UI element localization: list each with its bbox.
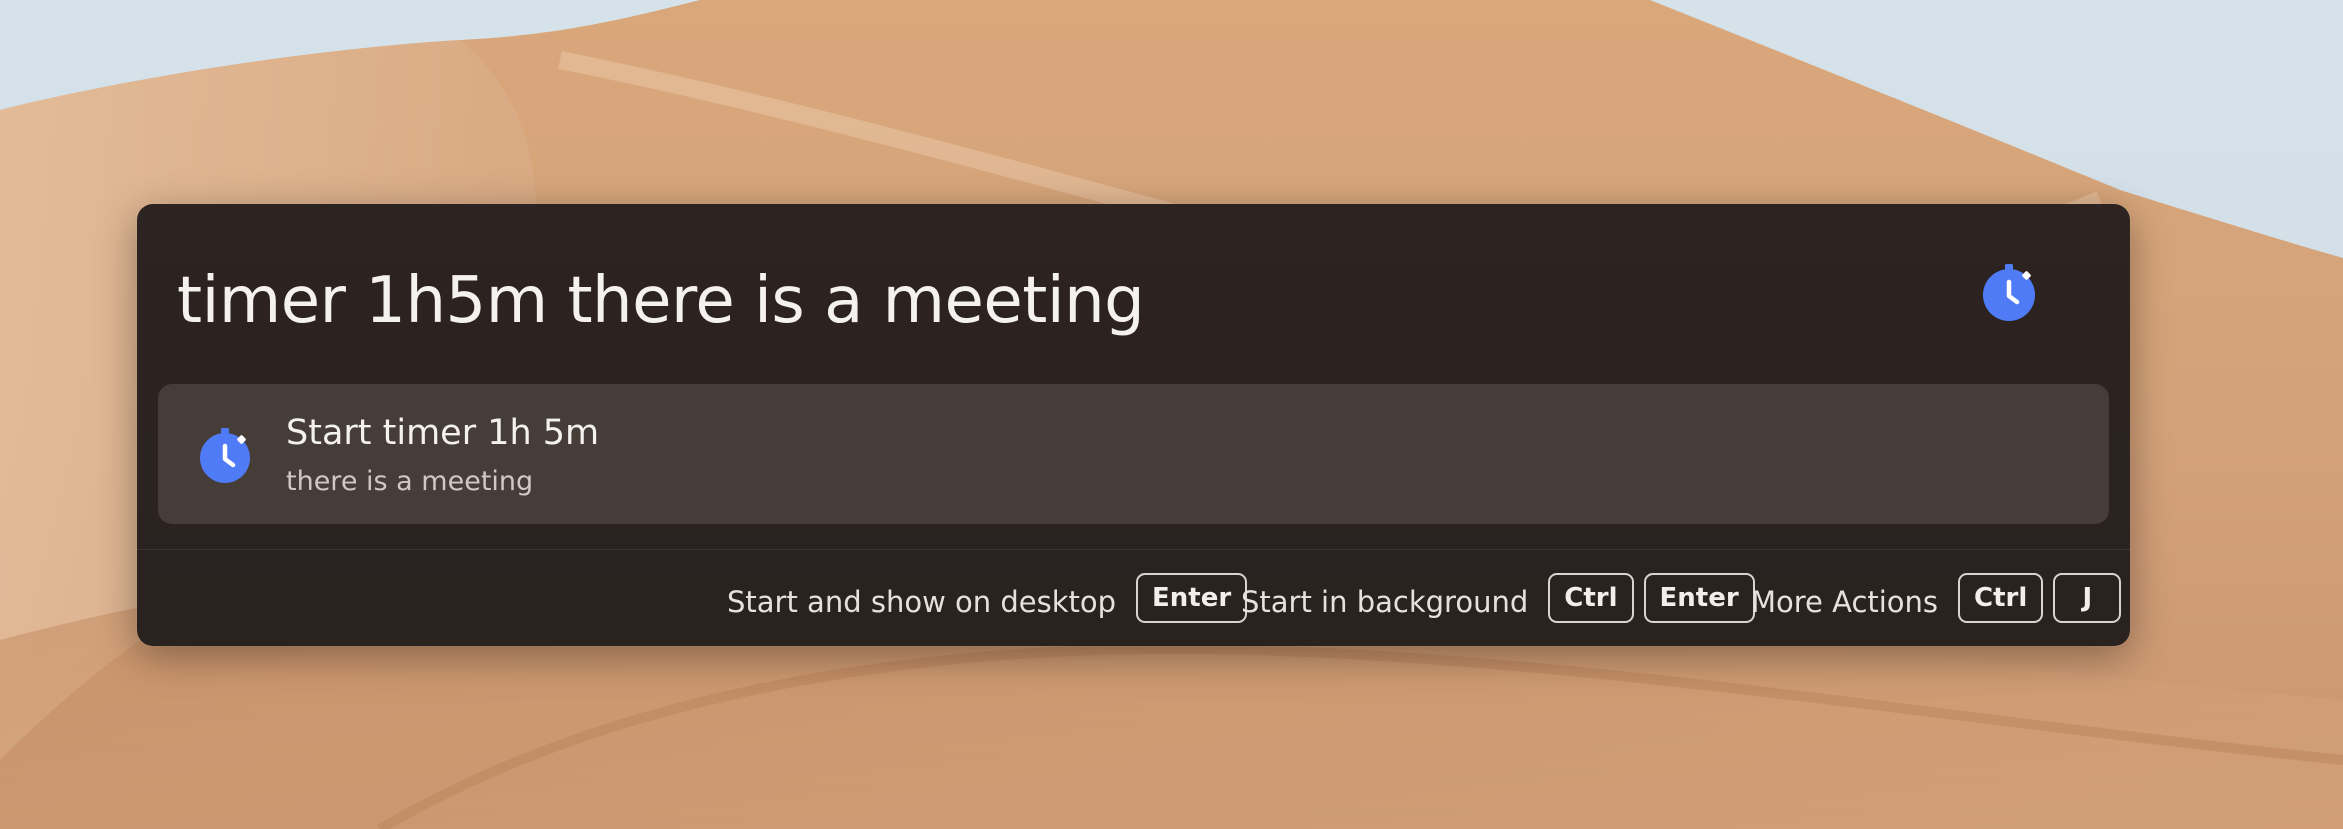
result-title: Start timer 1h 5m bbox=[286, 413, 600, 453]
result-subtitle: there is a meeting bbox=[286, 466, 534, 497]
enter-key-badge: Enter bbox=[1643, 573, 1755, 623]
search-bar[interactable]: timer 1h5m there is a meeting bbox=[137, 204, 2130, 384]
launcher-window: timer 1h5m there is a meeting Start time… bbox=[137, 204, 2130, 646]
action-more-actions[interactable]: More Actions Ctrl J bbox=[1751, 550, 2122, 646]
action-label: Start in background bbox=[1241, 585, 1529, 619]
action-start-and-show[interactable]: Start and show on desktop Enter bbox=[727, 550, 1248, 646]
action-start-in-background[interactable]: Start in background Ctrl Enter bbox=[1241, 550, 1755, 646]
stopwatch-icon bbox=[200, 428, 250, 483]
action-footer: Start and show on desktop Enter Start in… bbox=[137, 550, 2130, 646]
ctrl-key-badge: Ctrl bbox=[1958, 573, 2044, 623]
enter-key-badge: Enter bbox=[1136, 573, 1248, 623]
result-item-start-timer[interactable]: Start timer 1h 5m there is a meeting bbox=[158, 384, 2109, 524]
action-label: Start and show on desktop bbox=[727, 585, 1117, 619]
stopwatch-icon bbox=[1983, 264, 2035, 321]
search-input[interactable]: timer 1h5m there is a meeting bbox=[177, 256, 1145, 346]
ctrl-key-badge: Ctrl bbox=[1548, 573, 1634, 623]
j-key-badge: J bbox=[2053, 573, 2122, 623]
action-label: More Actions bbox=[1751, 585, 1939, 619]
